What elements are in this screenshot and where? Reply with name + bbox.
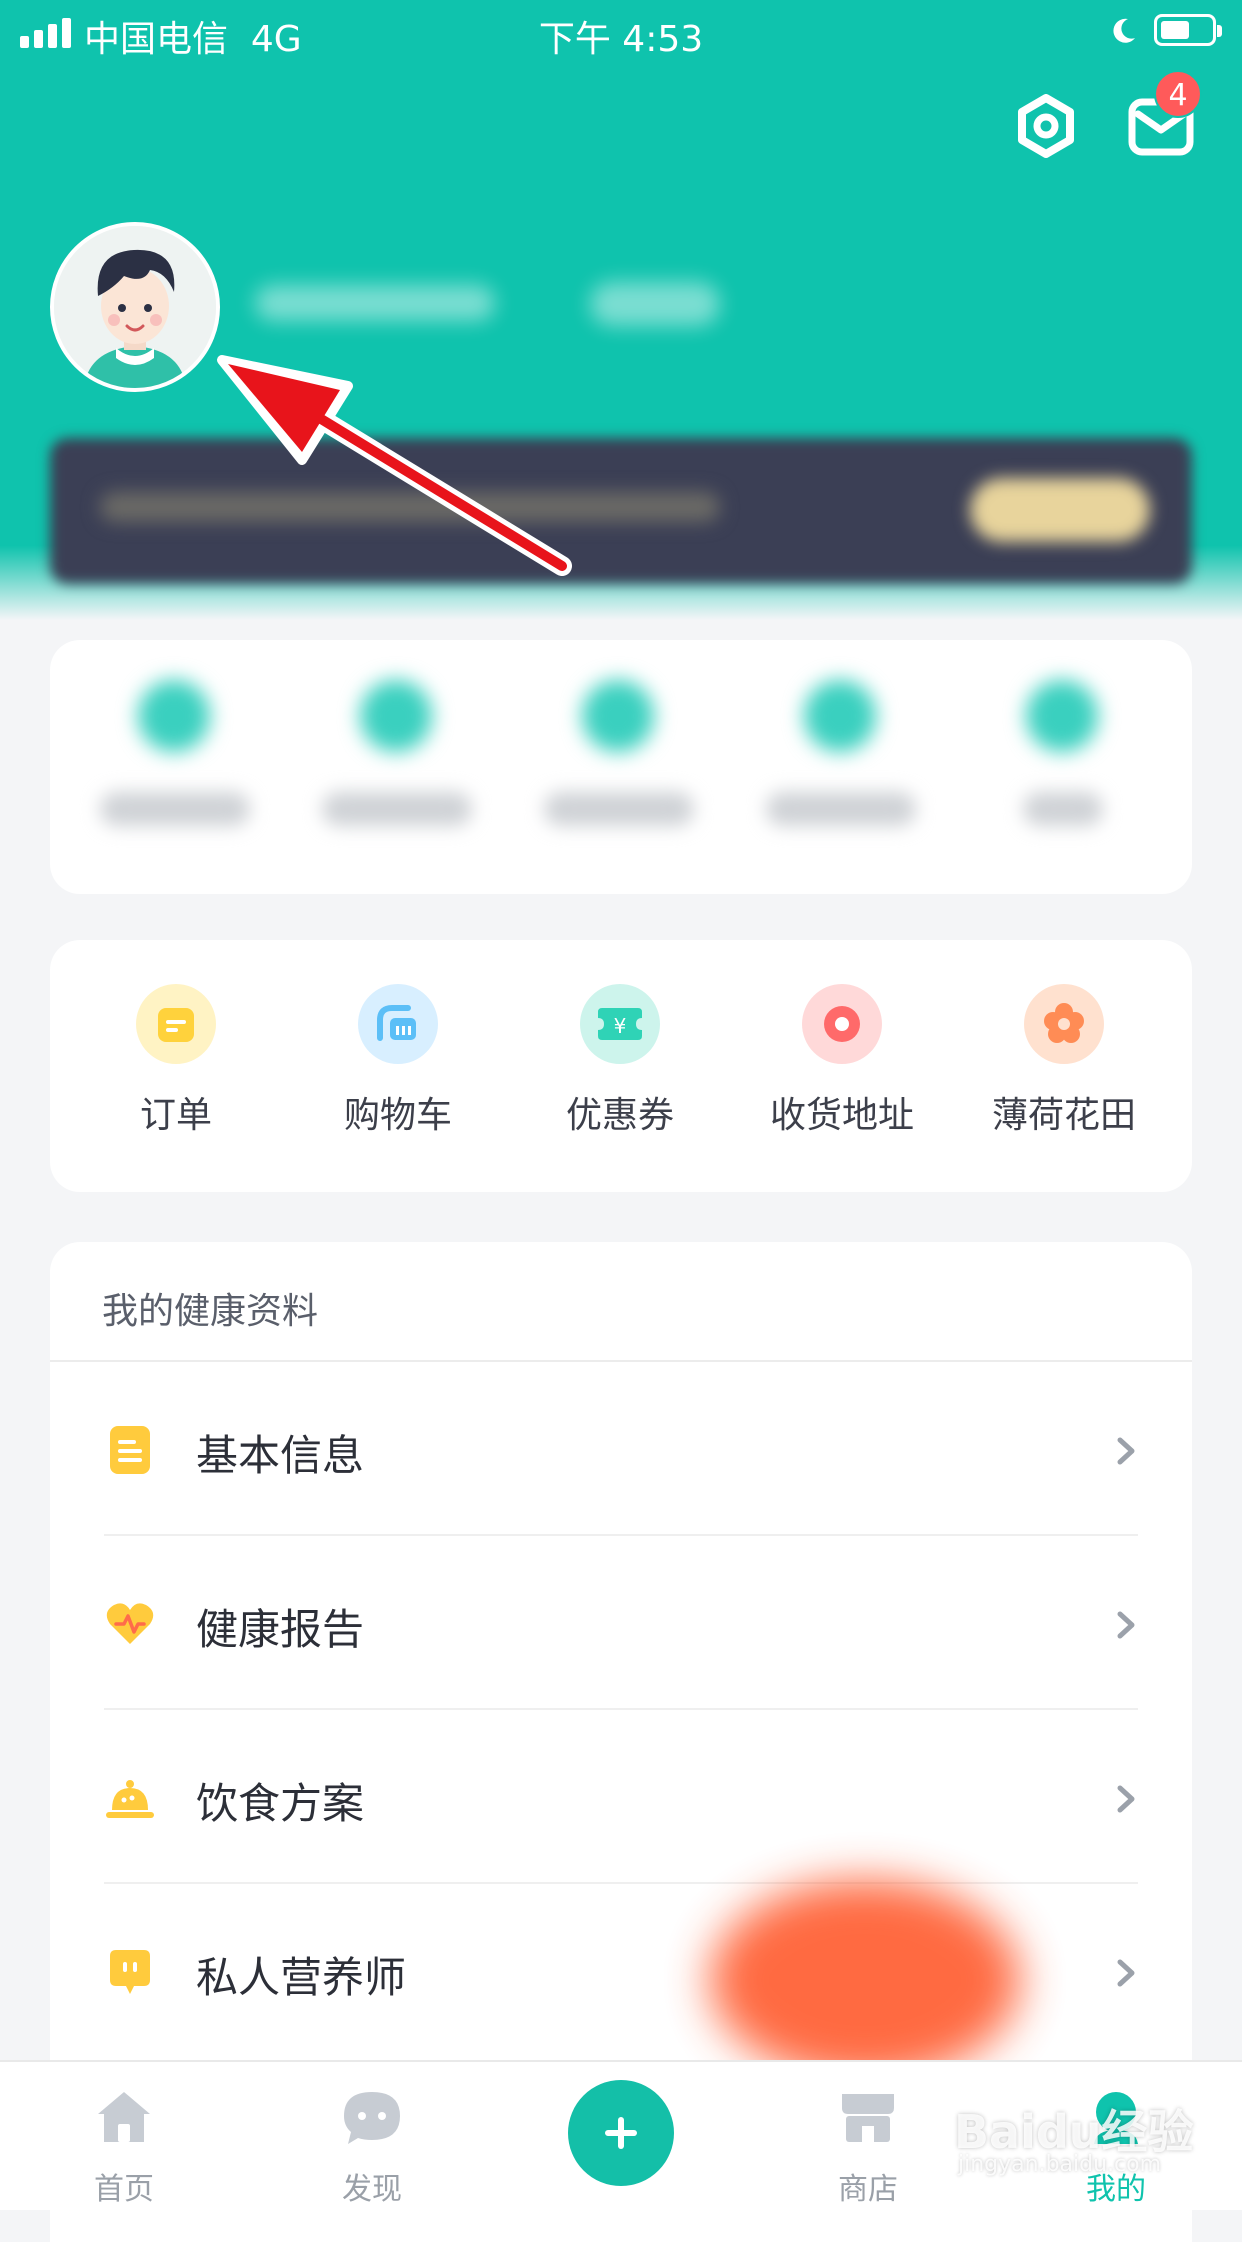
shortcut-label: 优惠券 — [565, 1095, 674, 1136]
shortcut-label: 订单 — [139, 1095, 212, 1136]
add-plus-button[interactable] — [568, 2080, 674, 2186]
battery-icon — [1154, 14, 1222, 46]
home-icon — [98, 2092, 150, 2142]
heart-pulse-icon — [106, 1603, 154, 1644]
health-item-label: 健康报告 — [196, 1605, 365, 1654]
health-item-private-nutritionist[interactable]: 私人营养师 — [50, 1884, 1192, 2058]
chevron-right-icon — [1117, 1785, 1135, 1813]
do-not-disturb-moon-icon — [1113, 18, 1135, 43]
tab-label: 商店 — [838, 2172, 898, 2207]
location-icon — [802, 984, 882, 1064]
shortcut-label: 收货地址 — [769, 1095, 914, 1136]
message-count-badge: 4 — [1154, 70, 1202, 118]
chevron-right-icon — [1117, 1611, 1135, 1639]
stat-item-blurred[interactable] — [544, 680, 694, 830]
health-item-diet-plan[interactable]: 饮食方案 — [50, 1710, 1192, 1884]
vip-banner-button-blurred[interactable] — [970, 478, 1150, 542]
tab-discover[interactable]: 发现 — [302, 2088, 442, 2208]
shortcut-cart[interactable]: 购物车 — [298, 984, 498, 1138]
coupon-icon: ¥ — [580, 984, 660, 1064]
tab-label: 首页 — [94, 2172, 154, 2207]
settings-hexagon-icon[interactable] — [1014, 94, 1078, 158]
store-icon — [842, 2094, 894, 2142]
shortcuts-card: 订单 购物车 ¥ 优惠券 收货地址 薄荷花田 — [50, 940, 1192, 1192]
tab-label: 发现 — [342, 2172, 402, 2207]
chat-bubble-icon — [110, 1950, 150, 1994]
status-time: 下午 4:53 — [538, 19, 704, 60]
status-bar: 中国电信 4G 下午 4:53 — [0, 0, 1242, 64]
shortcut-label: 购物车 — [343, 1095, 452, 1136]
shortcut-label: 薄荷花田 — [991, 1095, 1136, 1136]
battery-level-fill — [1161, 21, 1189, 39]
shortcut-mint-garden[interactable]: 薄荷花田 — [964, 984, 1164, 1138]
health-item-basic-info[interactable]: 基本信息 — [50, 1362, 1192, 1536]
order-icon — [136, 984, 216, 1064]
health-item-health-report[interactable]: 健康报告 — [50, 1536, 1192, 1710]
baidu-watermark-url: jingyan.baidu.com — [958, 2152, 1162, 2177]
floating-promo-blurred[interactable] — [710, 1880, 1020, 2080]
tab-home[interactable]: 首页 — [54, 2088, 194, 2208]
document-icon — [110, 1426, 150, 1474]
cart-icon — [358, 984, 438, 1064]
flower-icon — [1024, 984, 1104, 1064]
stat-item-blurred[interactable] — [100, 680, 250, 830]
stat-item-blurred[interactable] — [766, 680, 916, 830]
shortcut-coupons[interactable]: ¥ 优惠券 — [520, 984, 720, 1138]
username-blurred — [255, 285, 495, 321]
health-item-label: 私人营养师 — [196, 1953, 407, 2002]
chevron-right-icon — [1117, 1437, 1135, 1465]
stats-card-blurred — [50, 640, 1192, 894]
user-tag-blurred — [590, 282, 720, 326]
user-avatar[interactable] — [50, 222, 220, 392]
chat-icon — [344, 2092, 400, 2144]
health-item-label: 饮食方案 — [196, 1779, 365, 1828]
vip-banner-text-blurred — [100, 492, 720, 522]
food-cloche-icon — [106, 1780, 154, 1818]
chevron-right-icon — [1117, 1959, 1135, 1987]
avatar-illustration — [54, 226, 216, 388]
health-section-title: 我的健康资料 — [102, 1291, 319, 1332]
svg-text:¥: ¥ — [614, 1014, 627, 1038]
stat-item-blurred[interactable] — [322, 680, 472, 830]
health-item-label: 基本信息 — [196, 1431, 365, 1480]
shortcut-orders[interactable]: 订单 — [76, 984, 276, 1138]
shortcut-address[interactable]: 收货地址 — [742, 984, 942, 1138]
stat-item-blurred[interactable] — [988, 680, 1138, 830]
tab-store[interactable]: 商店 — [798, 2088, 938, 2208]
